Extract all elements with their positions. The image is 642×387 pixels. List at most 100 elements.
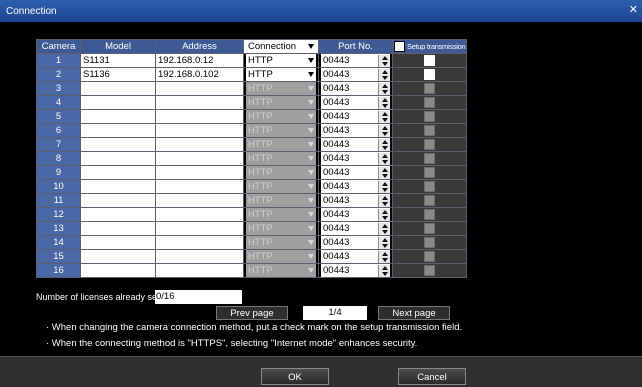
title-bar: Connection ✕ bbox=[0, 0, 642, 22]
setup-transmission-checkbox bbox=[424, 181, 435, 192]
model-cell: S1131 bbox=[80, 53, 156, 68]
setup-transmission-checkbox bbox=[424, 251, 435, 262]
spin-buttons[interactable] bbox=[378, 236, 390, 249]
port-stepper[interactable]: 00443 bbox=[318, 137, 393, 152]
connection-value: HTTP bbox=[248, 181, 273, 192]
header-model: Model bbox=[80, 39, 156, 54]
note-https: · When the connecting method is "HTTPS",… bbox=[46, 338, 418, 349]
port-value: 00443 bbox=[323, 125, 350, 136]
connection-value: HTTP bbox=[248, 139, 273, 150]
spin-buttons[interactable] bbox=[378, 250, 390, 263]
ok-button[interactable]: OK bbox=[261, 368, 329, 385]
chevron-down-icon bbox=[308, 184, 314, 189]
port-stepper[interactable]: 00443 bbox=[318, 81, 393, 96]
spin-buttons[interactable] bbox=[378, 264, 390, 277]
arrow-up-icon bbox=[381, 83, 388, 88]
model-cell bbox=[80, 81, 156, 96]
port-value: 00443 bbox=[323, 167, 350, 178]
spin-buttons[interactable] bbox=[378, 222, 390, 235]
connection-value: HTTP bbox=[248, 209, 273, 220]
port-stepper[interactable]: 00443 bbox=[318, 193, 393, 208]
address-cell bbox=[155, 235, 244, 250]
spin-buttons[interactable] bbox=[378, 110, 390, 123]
port-stepper[interactable]: 00443 bbox=[318, 263, 393, 278]
setup-transmission-cell bbox=[392, 53, 467, 68]
camera-number: 13 bbox=[36, 221, 81, 236]
port-stepper[interactable]: 00443 bbox=[318, 165, 393, 180]
setup-transmission-cell bbox=[392, 95, 467, 110]
port-stepper[interactable]: 00443 bbox=[318, 249, 393, 264]
arrow-down-icon bbox=[381, 215, 388, 220]
model-cell bbox=[80, 151, 156, 166]
arrow-down-icon bbox=[381, 201, 388, 206]
next-page-button[interactable]: Next page bbox=[378, 306, 450, 320]
port-stepper[interactable]: 00443 bbox=[318, 67, 393, 82]
connection-select: HTTP bbox=[243, 235, 319, 250]
arrow-up-icon bbox=[381, 251, 388, 256]
setup-transmission-cell bbox=[392, 249, 467, 264]
setup-transmission-cell bbox=[392, 179, 467, 194]
chevron-down-icon bbox=[308, 58, 314, 63]
port-stepper[interactable]: 00443 bbox=[318, 179, 393, 194]
port-stepper[interactable]: 00443 bbox=[318, 221, 393, 236]
address-cell bbox=[155, 221, 244, 236]
header-port: Port No. bbox=[318, 39, 393, 54]
connection-select[interactable]: HTTP bbox=[243, 53, 319, 68]
address-cell bbox=[155, 263, 244, 278]
table-row: 12 HTTP 00443 bbox=[36, 207, 467, 222]
chevron-down-icon bbox=[308, 170, 314, 175]
spin-buttons[interactable] bbox=[378, 96, 390, 109]
setup-transmission-cell bbox=[392, 123, 467, 138]
chevron-down-icon bbox=[308, 254, 314, 259]
address-cell bbox=[155, 193, 244, 208]
setup-transmission-cell bbox=[392, 193, 467, 208]
port-value: 00443 bbox=[323, 209, 350, 220]
connection-select[interactable]: HTTP bbox=[243, 67, 319, 82]
setup-transmission-checkbox[interactable] bbox=[424, 55, 435, 66]
setup-transmission-cell bbox=[392, 207, 467, 222]
address-cell bbox=[155, 95, 244, 110]
spin-buttons[interactable] bbox=[378, 124, 390, 137]
table-row: 2 S1136 192.168.0.102 HTTP 00443 bbox=[36, 67, 467, 82]
camera-table: Camera Model Address Connection Port No.… bbox=[36, 39, 467, 278]
spin-buttons[interactable] bbox=[378, 82, 390, 95]
port-stepper[interactable]: 00443 bbox=[318, 207, 393, 222]
chevron-down-icon bbox=[308, 44, 314, 49]
spin-buttons[interactable] bbox=[378, 54, 390, 67]
arrow-down-icon bbox=[381, 117, 388, 122]
port-stepper[interactable]: 00443 bbox=[318, 235, 393, 250]
prev-page-button[interactable]: Prev page bbox=[216, 306, 288, 320]
arrow-up-icon bbox=[381, 237, 388, 242]
port-stepper[interactable]: 00443 bbox=[318, 123, 393, 138]
port-stepper[interactable]: 00443 bbox=[318, 53, 393, 68]
table-row: 13 HTTP 00443 bbox=[36, 221, 467, 236]
setup-transmission-all-checkbox[interactable] bbox=[394, 40, 405, 52]
arrow-down-icon bbox=[381, 229, 388, 234]
spin-buttons[interactable] bbox=[378, 166, 390, 179]
model-cell bbox=[80, 95, 156, 110]
setup-transmission-cell bbox=[392, 81, 467, 96]
chevron-down-icon bbox=[308, 226, 314, 231]
port-stepper[interactable]: 00443 bbox=[318, 109, 393, 124]
spin-buttons[interactable] bbox=[378, 208, 390, 221]
spin-buttons[interactable] bbox=[378, 68, 390, 81]
camera-number: 4 bbox=[36, 95, 81, 110]
address-cell bbox=[155, 249, 244, 264]
header-connection-select[interactable]: Connection bbox=[243, 39, 319, 54]
spin-buttons[interactable] bbox=[378, 180, 390, 193]
setup-transmission-checkbox[interactable] bbox=[424, 69, 435, 80]
spin-buttons[interactable] bbox=[378, 194, 390, 207]
connection-value: HTTP bbox=[248, 111, 273, 122]
cancel-button[interactable]: Cancel bbox=[398, 368, 466, 385]
port-stepper[interactable]: 00443 bbox=[318, 151, 393, 166]
address-cell bbox=[155, 151, 244, 166]
spin-buttons[interactable] bbox=[378, 138, 390, 151]
close-icon[interactable]: ✕ bbox=[629, 4, 638, 16]
note-setup-transmission: · When changing the camera connection me… bbox=[46, 322, 463, 333]
connection-select: HTTP bbox=[243, 193, 319, 208]
arrow-up-icon bbox=[381, 69, 388, 74]
spin-buttons[interactable] bbox=[378, 152, 390, 165]
connection-value: HTTP bbox=[248, 251, 273, 262]
address-cell bbox=[155, 81, 244, 96]
port-stepper[interactable]: 00443 bbox=[318, 95, 393, 110]
